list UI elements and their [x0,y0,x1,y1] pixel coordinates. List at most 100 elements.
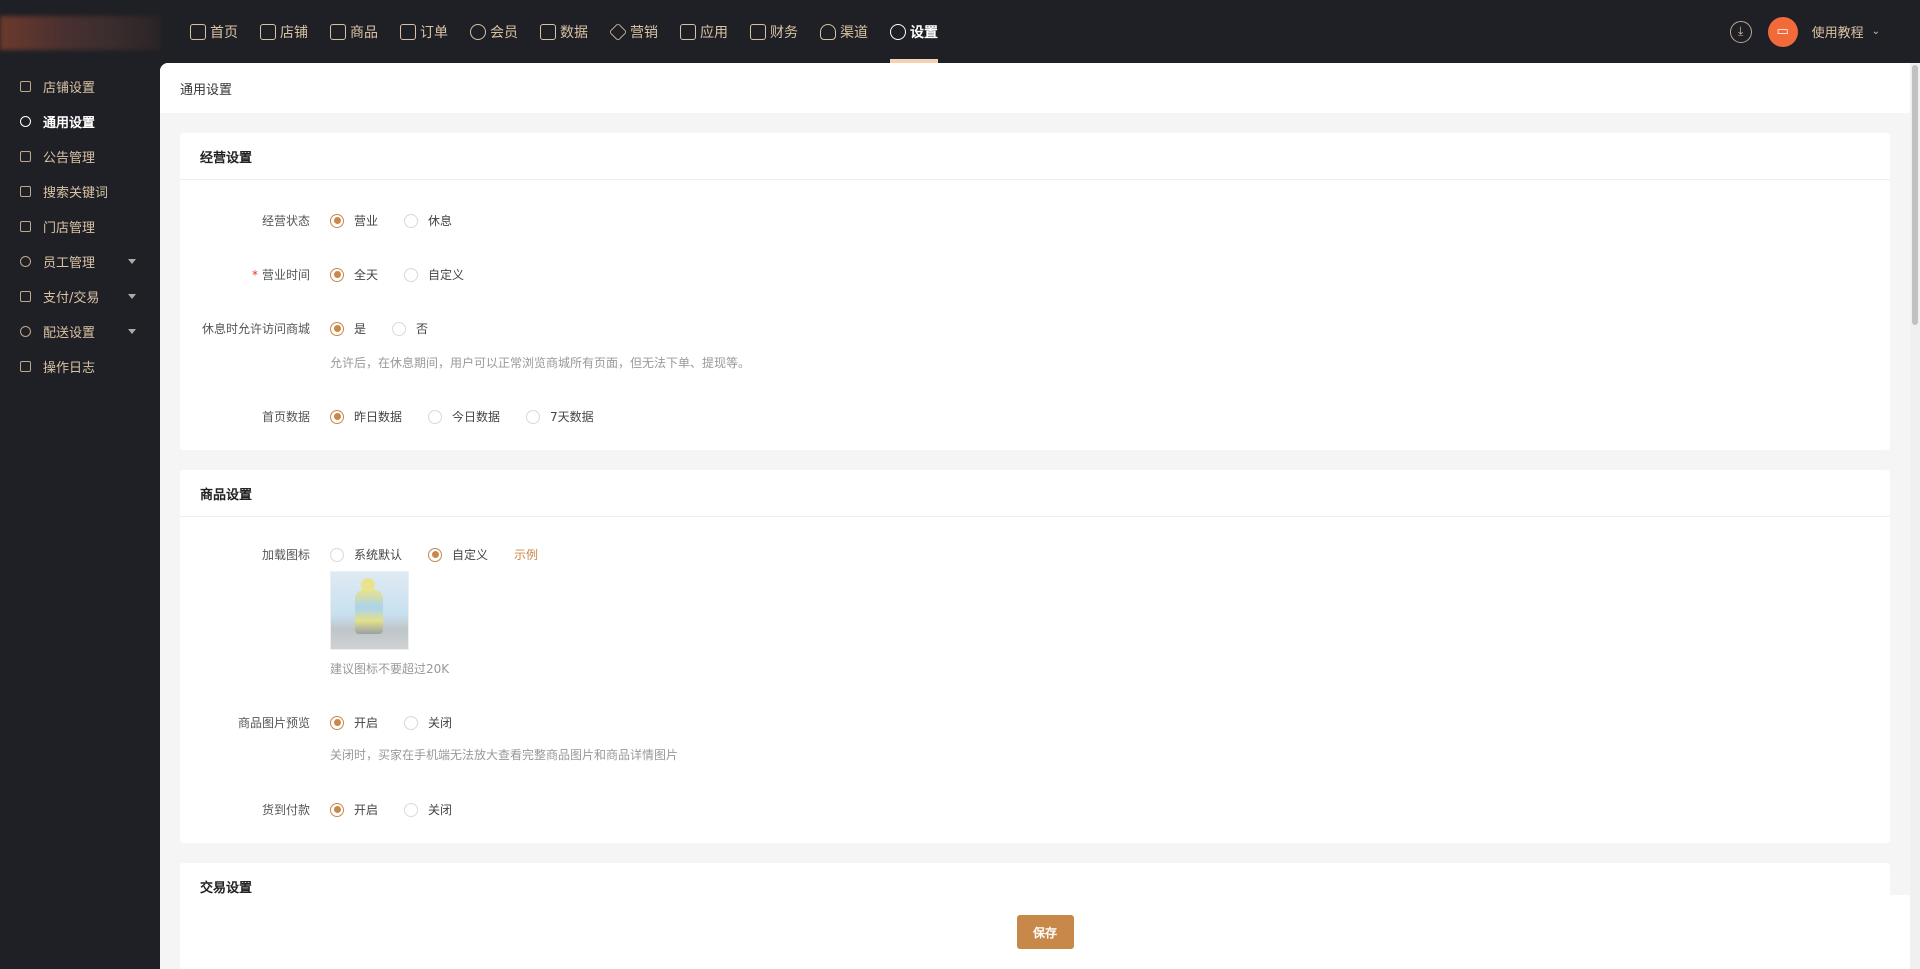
field-label: 货到付款 [261,803,310,817]
loading-icon-hint: 建议图标不要超过20K [330,662,450,676]
image-preview-hint: 关闭时，买家在手机端无法放大查看完整商品图片和商品详情图片 [330,748,679,762]
radio-preview-on[interactable]: 开启 [330,714,378,731]
nav-apps[interactable]: 应用 [680,0,728,63]
radio-custom[interactable]: 自定义 [404,266,464,283]
sidebar-label: 通用设置 [43,116,96,131]
nav-data[interactable]: 数据 [540,0,588,63]
gear-icon [890,23,906,40]
radio-today[interactable]: 今日数据 [428,408,500,425]
nav-orders[interactable]: 订单 [400,0,448,63]
nav-label: 应用 [700,24,728,41]
field-label: 加载图标 [261,548,310,562]
download-icon[interactable]: ⤓ [1729,20,1752,43]
option-label: 今日数据 [452,410,501,424]
nav-store[interactable]: 店铺 [260,0,308,63]
radio-open[interactable]: 营业 [330,212,378,229]
chevron-down-icon[interactable]: ⌄ [1872,26,1880,37]
card-icon [20,291,31,302]
radio-yesterday[interactable]: 昨日数据 [330,408,402,425]
radio-no[interactable]: 否 [392,320,428,337]
radio-icon [428,547,443,562]
gear-icon [20,116,31,127]
sidebar-item-stores[interactable]: 门店管理 [0,209,160,244]
option-label: 开启 [354,716,379,730]
nav-label: 数据 [560,24,588,41]
field-label: 商品图片预览 [237,716,310,730]
radio-preview-off[interactable]: 关闭 [404,714,452,731]
option-label: 系统默认 [354,548,403,562]
nav-settings[interactable]: 设置 [890,0,938,63]
sidebar-label: 操作日志 [43,361,96,376]
scrollbar-thumb[interactable] [1912,65,1918,325]
example-link[interactable]: 示例 [514,546,538,563]
sidebar-label: 员工管理 [43,256,96,271]
doc-icon [20,221,31,232]
goods-icon [330,23,346,40]
field-label: 经营状态 [261,214,310,228]
sidebar-label: 店铺设置 [43,81,96,96]
option-label: 是 [354,322,367,336]
save-button[interactable]: 保存 [1016,915,1074,949]
tutorial-link[interactable]: 使用教程 [1812,22,1864,41]
option-label: 休息 [428,214,453,228]
sidebar-item-general-settings[interactable]: 通用设置 [0,104,160,139]
radio-icon [404,213,419,228]
option-label: 开启 [354,803,379,817]
label-text: 营业时间 [261,268,310,282]
sidebar-item-search-keywords[interactable]: 搜索关键词 [0,174,160,209]
radio-icon [526,409,541,424]
loading-icon-image[interactable] [330,571,409,650]
radio-icon [330,321,344,336]
nav-channels[interactable]: 渠道 [820,0,868,63]
radio-7days[interactable]: 7天数据 [526,408,594,425]
radio-all-day[interactable]: 全天 [330,266,378,283]
radio-yes[interactable]: 是 [330,320,366,337]
main-content: 通用设置 经营设置 经营状态 营业 休息 * 营业时间 全天 自定义 休息时允许访… [160,63,1910,969]
sidebar-item-logs[interactable]: 操作日志 [0,349,160,384]
nav-label: 首页 [210,24,238,41]
business-settings-card: 经营设置 经营状态 营业 休息 * 营业时间 全天 自定义 休息时允许访问商城 是… [180,133,1890,450]
radio-rest[interactable]: 休息 [404,212,452,229]
sidebar-item-payment[interactable]: 支付/交易 [0,279,160,314]
radio-cod-off[interactable]: 关闭 [404,801,452,818]
option-label: 昨日数据 [354,410,403,424]
option-label: 自定义 [428,268,465,282]
nav-marketing[interactable]: 营销 [608,0,658,63]
option-label: 7天数据 [550,410,594,424]
radio-system-default[interactable]: 系统默认 [330,546,402,563]
required-mark: * [251,268,258,282]
sidebar-label: 公告管理 [43,151,96,166]
caret-down-icon [128,294,136,303]
doc-icon [20,361,31,372]
nav-finance[interactable]: 财务 [750,0,798,63]
sidebar-item-staff[interactable]: 员工管理 [0,244,160,279]
nav-label: 渠道 [840,24,868,41]
sidebar-label: 搜索关键词 [43,186,109,201]
logo[interactable] [0,16,160,50]
nav-goods[interactable]: 商品 [330,0,378,63]
sidebar-item-store-settings[interactable]: 店铺设置 [0,69,160,104]
radio-custom-icon[interactable]: 自定义 [428,546,488,563]
top-right: ⤓ ▭ 使用教程 ⌄ [1729,0,1880,63]
scrollbar[interactable] [1910,63,1920,969]
home-data-row: 首页数据 昨日数据 今日数据 7天数据 [180,408,620,425]
field-label: 首页数据 [261,410,310,424]
option-label: 自定义 [452,548,489,562]
nav-members[interactable]: 会员 [470,0,518,63]
caret-down-icon [128,329,136,338]
option-label: 营业 [354,214,379,228]
caret-down-icon [128,259,136,268]
radio-cod-on[interactable]: 开启 [330,801,378,818]
radio-icon [330,267,344,282]
store-avatar[interactable]: ▭ [1767,16,1798,47]
sidebar-item-announcements[interactable]: 公告管理 [0,139,160,174]
sidebar-item-delivery[interactable]: 配送设置 [0,314,160,349]
section-title: 商品设置 [180,470,1890,517]
radio-icon [330,802,344,817]
nav-home[interactable]: 首页 [190,0,238,63]
sidebar-label: 门店管理 [43,221,96,236]
nav-label: 会员 [490,24,518,41]
footer-bar: 保存 [180,895,1910,969]
radio-icon [330,547,344,562]
option-label: 关闭 [428,803,453,817]
